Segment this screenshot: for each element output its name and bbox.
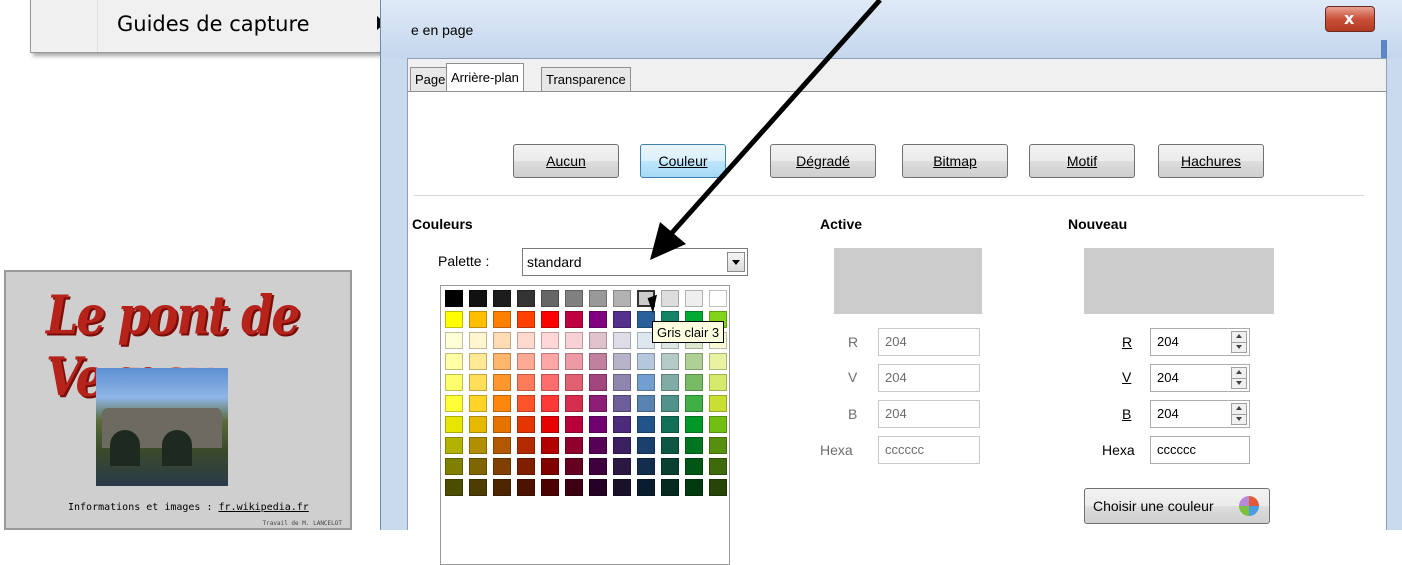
annotation-arrow <box>650 0 882 260</box>
arrow-head <box>650 222 686 260</box>
arrow-shaft <box>668 0 882 237</box>
